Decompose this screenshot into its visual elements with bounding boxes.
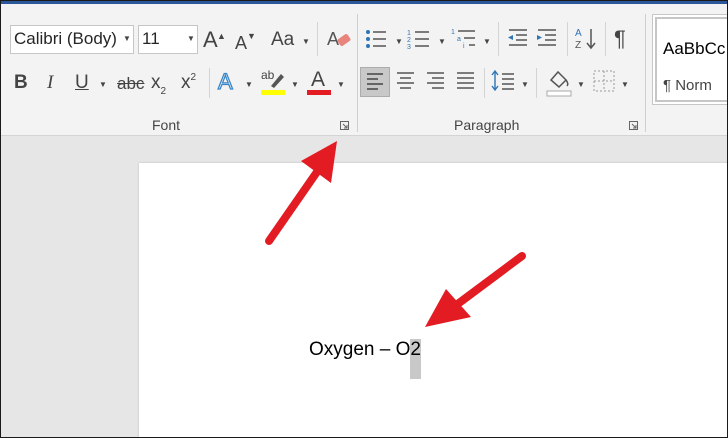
- arrow-to-font-launcher-icon: [265, 141, 337, 245]
- word-window: Calibri (Body) ▼ 11 ▼ A ▲ A ▼ Aa ▼ A B I…: [0, 0, 728, 438]
- arrow-to-selected-text-icon: [425, 252, 526, 327]
- annotation-overlay: [265, 141, 526, 327]
